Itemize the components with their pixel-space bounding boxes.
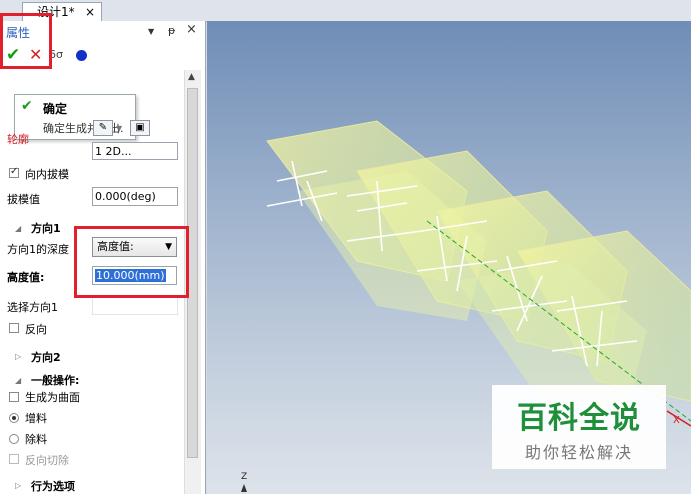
- general-collapse-icon[interactable]: ◢: [15, 376, 21, 385]
- select-direction1-field[interactable]: [92, 296, 178, 315]
- direction1-collapse-icon[interactable]: ◢: [15, 224, 21, 233]
- panel-close-icon[interactable]: ×: [186, 22, 197, 37]
- highlight-height-box: [74, 226, 189, 298]
- z-axis-arrow-icon: [241, 484, 247, 492]
- select-direction1-label: 选择方向1: [7, 301, 58, 314]
- as-surface-label: 生成为曲面: [25, 391, 80, 404]
- sketch-edit-icon[interactable]: ✎: [93, 120, 113, 136]
- close-tab-icon[interactable]: ×: [85, 3, 95, 21]
- behavior-expand-icon[interactable]: ▷: [15, 481, 21, 490]
- profile-field[interactable]: 1 2D...: [92, 142, 178, 160]
- remove-material-radio[interactable]: [9, 434, 19, 444]
- remove-material-label: 除料: [25, 433, 47, 446]
- scroll-up-icon[interactable]: ▲: [188, 72, 195, 82]
- direction2-section[interactable]: 方向2: [31, 349, 61, 365]
- behavior-section[interactable]: 行为选项: [31, 478, 75, 494]
- blue-dot-icon[interactable]: [76, 50, 87, 61]
- watermark-title: 百科全说: [517, 401, 641, 436]
- highlight-ok-box: [0, 13, 52, 69]
- ok-tooltip: ✔ 确定 确定生成并退出.: [14, 94, 136, 140]
- add-material-label: 增料: [25, 412, 47, 425]
- watermark-logo: 百科全说 助你轻松解决: [492, 385, 666, 469]
- panel-dropdown-icon[interactable]: ▼: [148, 27, 154, 36]
- inward-draft-label: 向内拔模: [25, 168, 69, 181]
- direction1-section[interactable]: 方向1: [31, 220, 61, 236]
- tooltip-check-icon: ✔: [21, 98, 33, 114]
- direction2-expand-icon[interactable]: ▷: [15, 352, 21, 361]
- draft-value-field[interactable]: 0.000(deg): [92, 187, 178, 206]
- inward-draft-checkbox[interactable]: [9, 166, 19, 178]
- extrusion-slabs: [266, 120, 691, 411]
- axis-x-label: X: [673, 415, 680, 426]
- profile-label: 轮廓: [7, 133, 29, 146]
- as-surface-checkbox[interactable]: [9, 392, 19, 402]
- tooltip-title: 确定: [43, 102, 68, 116]
- axis-z-label: Z: [241, 472, 247, 482]
- reverse-cut-checkbox[interactable]: [9, 454, 19, 464]
- general-section[interactable]: 一般操作:: [31, 372, 79, 388]
- direction1-depth-label: 方向1的深度: [7, 243, 69, 256]
- reverse-checkbox[interactable]: [9, 323, 19, 333]
- height-value-label: 高度值:: [7, 271, 45, 284]
- sketch-dropdown-icon[interactable]: ▼: [116, 124, 122, 133]
- document-tab-bar: 设计1* ×: [0, 0, 691, 22]
- add-material-radio[interactable]: [9, 413, 19, 423]
- draft-value-label: 拔模值: [7, 193, 40, 206]
- reverse-cut-label: 反向切除: [25, 454, 69, 467]
- sketch-view-icon[interactable]: ▣: [130, 120, 150, 136]
- reverse-label: 反向: [25, 323, 47, 336]
- watermark-subtitle: 助你轻松解决: [524, 443, 633, 462]
- pin-icon[interactable]: ᵽ: [168, 24, 175, 37]
